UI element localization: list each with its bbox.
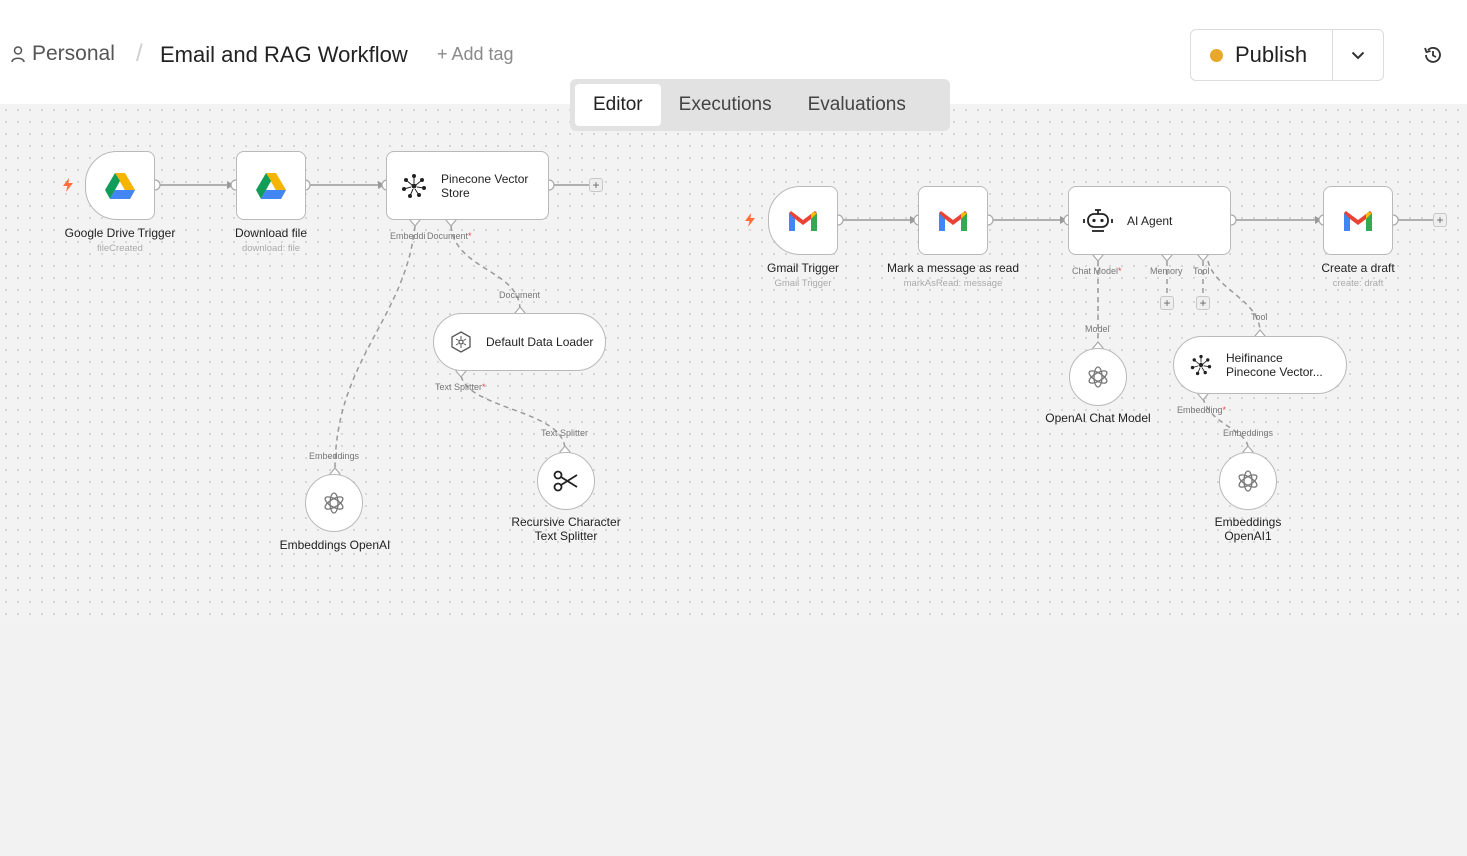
google-drive-icon	[256, 172, 286, 199]
robot-icon	[1083, 208, 1113, 232]
gmail-icon	[789, 210, 817, 231]
breadcrumb-personal-label: Personal	[32, 42, 115, 65]
node-embeddings-openai1[interactable]	[1219, 452, 1277, 510]
node-embeddings-openai[interactable]	[305, 474, 363, 532]
node-create-draft-subtitle: create: draft	[1332, 278, 1384, 289]
scissors-icon	[553, 470, 578, 492]
add-node-button[interactable]: +	[1433, 213, 1447, 227]
port-label-tool-in: Tool	[1251, 312, 1268, 322]
add-node-button[interactable]: +	[589, 178, 603, 192]
node-mark-as-read-title: Mark a message as read	[886, 261, 1020, 275]
tab-editor[interactable]: Editor	[575, 84, 661, 126]
data-loader-icon	[451, 331, 471, 353]
port-label-embedding: Embeddi	[390, 231, 426, 241]
add-memory-button[interactable]: +	[1160, 296, 1174, 310]
publish-button[interactable]: Publish	[1191, 30, 1332, 80]
node-create-draft-title: Create a draft	[1321, 261, 1395, 275]
node-gmail-trigger[interactable]	[768, 186, 838, 255]
node-mark-as-read-subtitle: markAsRead: message	[903, 278, 1003, 289]
port-label-model-in: Model	[1085, 324, 1110, 334]
view-tabs: Editor Executions Evaluations	[570, 79, 950, 131]
node-gmail-trigger-title: Gmail Trigger	[766, 261, 840, 275]
gmail-icon	[939, 210, 967, 231]
breadcrumb-separator: /	[136, 40, 143, 67]
port-label-embedding-out: Embedding*	[1177, 405, 1227, 415]
node-embeddings-openai1-title: Embeddings OpenAI1	[1214, 515, 1282, 543]
node-default-data-loader-title: Default Data Loader	[486, 335, 594, 349]
openai-icon	[1088, 366, 1108, 388]
history-button[interactable]	[1418, 40, 1448, 70]
tab-evaluations[interactable]: Evaluations	[790, 84, 924, 126]
trigger-bolt-icon	[63, 178, 73, 192]
google-drive-icon	[105, 172, 135, 199]
node-ai-agent[interactable]: AI Agent	[1068, 186, 1231, 255]
node-google-drive-trigger-subtitle: fileCreated	[97, 243, 143, 254]
openai-icon	[1238, 470, 1258, 492]
node-recursive-text-splitter-title: Recursive Character Text Splitter	[511, 515, 621, 543]
trigger-bolt-icon	[745, 213, 755, 227]
node-heifinance-title-line1: Heifinance	[1226, 351, 1283, 365]
port-label-document-in: Document	[499, 290, 541, 300]
publish-status-dot	[1210, 48, 1223, 62]
node-download-file-title: Download file	[234, 226, 308, 240]
tab-executions[interactable]: Executions	[661, 84, 790, 126]
openai-icon	[324, 492, 344, 514]
node-pinecone-vector-store[interactable]: Pinecone Vector Store	[386, 151, 549, 220]
chevron-down-icon	[1351, 51, 1365, 59]
user-icon	[11, 46, 25, 63]
node-google-drive-trigger[interactable]	[85, 151, 155, 220]
node-ai-agent-title: AI Agent	[1127, 213, 1173, 228]
node-recursive-text-splitter[interactable]	[537, 452, 595, 510]
port-label-chat-model: Chat Model*	[1072, 266, 1122, 276]
node-download-file[interactable]	[236, 151, 306, 220]
node-pinecone-title-line2: Store	[441, 185, 470, 200]
port-label-embeddings1-in: Embeddings	[1223, 428, 1274, 438]
port-label-memory: Memory	[1150, 266, 1183, 276]
port-label-text-splitter: Text Splitter*	[435, 382, 486, 392]
node-gmail-trigger-subtitle: Gmail Trigger	[774, 278, 832, 289]
node-heifinance-title-line2: Pinecone Vector...	[1226, 365, 1323, 379]
port-label-document: Document*	[427, 231, 472, 241]
port-label-text-splitter-in: Text Splitter	[541, 428, 589, 438]
add-tag-button[interactable]: + Add tag	[437, 44, 514, 65]
node-mark-as-read[interactable]	[918, 186, 988, 255]
node-openai-chat-model-title: OpenAI Chat Model	[1045, 411, 1151, 425]
port-label-embeddings-in: Embeddings	[309, 451, 360, 461]
node-embeddings-openai-title: Embeddings OpenAI	[279, 538, 391, 552]
port-label-tool: Tool	[1193, 266, 1210, 276]
publish-label: Publish	[1235, 42, 1308, 67]
gmail-icon	[1344, 210, 1372, 231]
add-tool-button[interactable]: +	[1196, 296, 1210, 310]
node-create-draft[interactable]	[1323, 186, 1393, 255]
node-google-drive-trigger-title: Google Drive Trigger	[64, 226, 176, 240]
node-heifinance-pinecone[interactable]: Heifinance Pinecone Vector...	[1173, 336, 1347, 394]
publish-button-group: Publish	[1190, 29, 1384, 81]
pinecone-icon	[1190, 354, 1212, 376]
node-openai-chat-model[interactable]	[1069, 348, 1127, 406]
node-download-file-subtitle: download: file	[241, 243, 301, 254]
workflow-title[interactable]: Email and RAG Workflow	[160, 42, 408, 68]
node-pinecone-title-line1: Pinecone Vector	[441, 171, 529, 186]
breadcrumb-personal[interactable]: Personal	[10, 42, 115, 66]
publish-dropdown-button[interactable]	[1332, 30, 1383, 80]
history-icon	[1424, 47, 1441, 63]
pinecone-icon	[402, 173, 426, 198]
node-default-data-loader[interactable]: Default Data Loader	[433, 313, 606, 371]
